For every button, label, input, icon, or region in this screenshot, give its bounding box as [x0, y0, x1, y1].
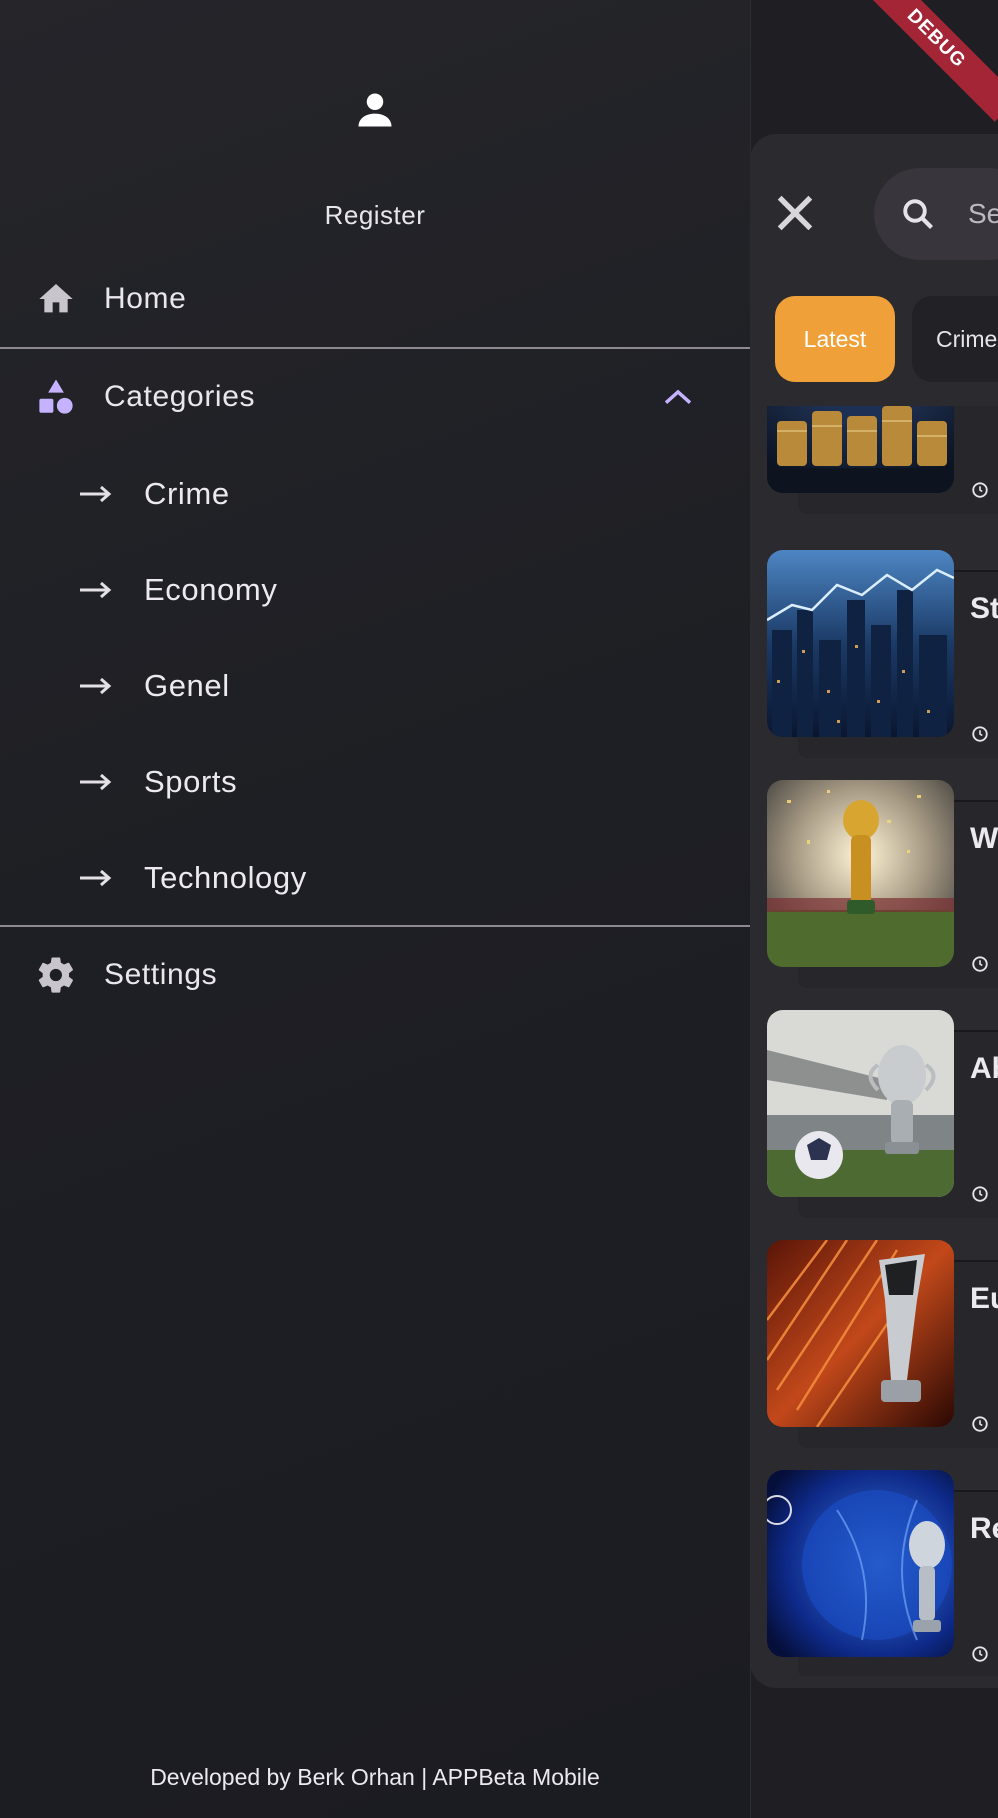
- news-thumbnail: [767, 1470, 954, 1657]
- category-item-crime[interactable]: Crime: [0, 476, 750, 516]
- category-label: Economy: [144, 572, 278, 607]
- news-thumbnail: [767, 550, 954, 737]
- gear-icon: [34, 953, 78, 997]
- arrow-right-icon: [80, 773, 112, 791]
- nav-item-categories[interactable]: Categories: [0, 374, 750, 420]
- chip-latest[interactable]: Latest: [775, 296, 895, 382]
- divider: [0, 925, 750, 927]
- news-card[interactable]: W: [750, 780, 998, 988]
- nav-settings-label: Settings: [104, 958, 218, 991]
- register-link[interactable]: Register: [0, 200, 750, 231]
- nav-item-settings[interactable]: Settings: [0, 952, 750, 998]
- category-label: Crime: [144, 476, 230, 511]
- nav-categories-label: Categories: [104, 380, 256, 413]
- category-label: Genel: [144, 668, 230, 703]
- news-title: Eu: [970, 1282, 998, 1315]
- category-item-economy[interactable]: Economy: [0, 572, 750, 612]
- chevron-up-icon[interactable]: [662, 384, 694, 408]
- person-icon[interactable]: [353, 88, 397, 132]
- category-label: Technology: [144, 860, 307, 895]
- arrow-right-icon: [80, 869, 112, 887]
- arrow-right-icon: [80, 581, 112, 599]
- debug-banner: DEBUG: [853, 0, 998, 122]
- news-title: Ab: [970, 1052, 998, 1085]
- clock-icon: [972, 482, 988, 498]
- search-icon: [903, 199, 933, 229]
- news-title: St: [970, 592, 998, 625]
- nav-home-label: Home: [104, 282, 187, 315]
- news-thumbnail: [767, 1240, 954, 1427]
- search-input[interactable]: Se: [874, 168, 998, 260]
- category-label: Sports: [144, 764, 238, 799]
- clock-icon: [972, 956, 988, 972]
- news-card[interactable]: [750, 406, 998, 514]
- news-list: St W A E R: [750, 406, 998, 1676]
- arrow-right-icon: [80, 677, 112, 695]
- nav-item-home[interactable]: Home: [0, 276, 750, 322]
- news-card[interactable]: Re: [750, 1470, 998, 1676]
- clock-icon: [972, 1646, 988, 1662]
- home-icon: [34, 277, 78, 321]
- news-thumbnail: [767, 780, 954, 967]
- clock-icon: [972, 1186, 988, 1202]
- developer-credit: Developed by Berk Orhan | APPBeta Mobile: [150, 1764, 600, 1790]
- news-title: Re: [970, 1512, 998, 1545]
- chip-crime[interactable]: Crime: [912, 296, 998, 382]
- news-thumbnail: [767, 1010, 954, 1197]
- close-icon[interactable]: [772, 190, 818, 236]
- divider: [0, 347, 750, 349]
- clock-icon: [972, 726, 988, 742]
- news-card[interactable]: St: [750, 550, 998, 758]
- clock-icon: [972, 1416, 988, 1432]
- drawer-header: Register: [0, 0, 750, 250]
- arrow-right-icon: [80, 485, 112, 503]
- category-item-genel[interactable]: Genel: [0, 668, 750, 708]
- search-placeholder: Se: [968, 198, 998, 229]
- news-card[interactable]: Ab: [750, 1010, 998, 1218]
- news-title: W: [970, 822, 998, 855]
- news-card[interactable]: Eu: [750, 1240, 998, 1448]
- category-item-technology[interactable]: Technology: [0, 860, 750, 900]
- category-item-sports[interactable]: Sports: [0, 764, 750, 804]
- news-thumbnail: [767, 406, 954, 493]
- navigation-drawer: Register Home Categories Crime Economy G…: [0, 0, 751, 1818]
- shapes-icon: [34, 375, 78, 419]
